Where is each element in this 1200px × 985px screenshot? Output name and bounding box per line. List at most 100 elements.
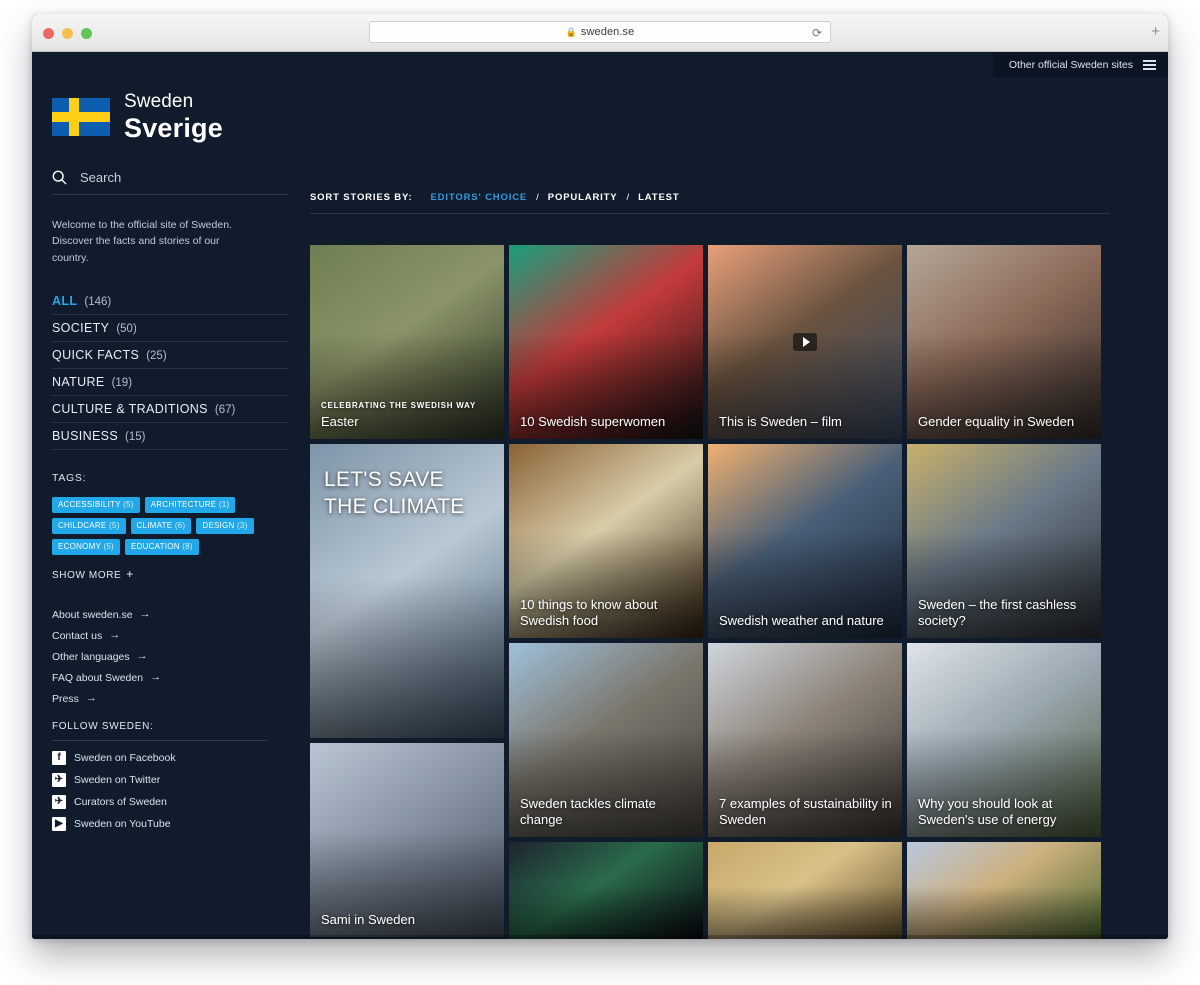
- tag-chip-architecture[interactable]: ARCHITECTURE (1): [144, 496, 236, 513]
- category-count: (15): [125, 430, 146, 443]
- tag-chip-climate[interactable]: CLIMATE (6): [130, 517, 192, 534]
- card-title: Sweden tackles climate change: [520, 795, 656, 827]
- sort-option-latest[interactable]: LATEST: [638, 192, 679, 203]
- arrow-right-icon: →: [109, 629, 121, 642]
- intro-text: Welcome to the official site of Sweden. …: [52, 219, 232, 264]
- maximize-window-button[interactable]: [81, 28, 92, 39]
- arrow-right-icon: →: [136, 650, 148, 663]
- official-sites-bar[interactable]: Other official Sweden sites: [992, 52, 1168, 77]
- plus-icon: +: [126, 566, 134, 581]
- card-weather-nature[interactable]: Swedish weather and nature: [708, 444, 902, 638]
- tags-label: TAGS:: [52, 471, 87, 484]
- twitter-icon: ✈: [52, 794, 66, 809]
- category-item-culture-traditions[interactable]: CULTURE & TRADITIONS (67): [52, 396, 288, 423]
- facebook-icon: f: [52, 750, 66, 765]
- card-nobel-ceremony[interactable]: [509, 842, 703, 939]
- social-link-youtube[interactable]: ▶ Sweden on YouTube: [52, 816, 288, 831]
- card-easter[interactable]: CELEBRATING THE SWEDISH WAY Easter: [310, 245, 504, 439]
- sort-option-editors-choice[interactable]: EDITORS' CHOICE: [430, 192, 527, 203]
- footer-link-other-languages[interactable]: Other languages →: [52, 651, 288, 663]
- brand-text: Sweden Sverige: [124, 92, 223, 142]
- card-caption: Sweden – the first cashless society?: [918, 597, 1091, 630]
- new-tab-button[interactable]: +: [1151, 24, 1160, 39]
- tag-chip-economy[interactable]: ECONOMY (5): [52, 538, 120, 555]
- card-title: Sweden – the first cashless society?: [918, 596, 1077, 628]
- tag-chip-accessibility[interactable]: ACCESSIBILITY (5): [52, 496, 140, 513]
- social-link-curators[interactable]: ✈ Curators of Sweden: [52, 794, 288, 809]
- social-link-label: Sweden on Facebook: [74, 751, 176, 764]
- brand-sverige-label: Sverige: [124, 113, 223, 143]
- card-title: This is Sweden – film: [719, 413, 842, 429]
- category-item-quick-facts[interactable]: QUICK FACTS (25): [52, 342, 288, 369]
- card-gradient-overlay: [509, 885, 703, 939]
- footer-link-press[interactable]: Press →: [52, 693, 288, 705]
- official-sites-label: Other official Sweden sites: [1008, 58, 1133, 71]
- card-this-is-sweden-film[interactable]: This is Sweden – film: [708, 245, 902, 439]
- category-item-business[interactable]: BUSINESS (15): [52, 423, 288, 450]
- address-bar[interactable]: 🔒 sweden.se ⟳: [369, 21, 831, 43]
- story-card-grid: CELEBRATING THE SWEDISH WAY Easter 10 Swed…: [310, 245, 1110, 939]
- footer-links: About sweden.se → Contact us → Other lan…: [52, 609, 288, 705]
- card-caption: 10 Swedish superwomen: [520, 414, 693, 430]
- category-name: SOCIETY: [52, 320, 110, 335]
- social-link-label: Sweden on YouTube: [74, 817, 171, 830]
- card-caption: 10 things to know about Swedish food: [520, 597, 693, 630]
- tag-chip-childcare[interactable]: CHILDCARE (5): [52, 517, 126, 534]
- lock-icon: 🔒: [565, 26, 577, 37]
- browser-chrome: 🔒 sweden.se ⟳ +: [32, 14, 1168, 52]
- window-traffic-lights[interactable]: [43, 28, 92, 39]
- close-window-button[interactable]: [43, 28, 54, 39]
- tag-chip-design[interactable]: DESIGN (3): [196, 517, 254, 534]
- card-title: Gender equality in Sweden: [918, 413, 1075, 429]
- card-use-of-energy[interactable]: Why you should look at Sweden's use of e…: [907, 643, 1101, 837]
- site-brand[interactable]: Sweden Sverige: [52, 92, 288, 142]
- webpage: Other official Sweden sites Sweden Sveri…: [32, 52, 1168, 939]
- footer-link-label: Contact us: [52, 629, 103, 642]
- tag-name: EDUCATION: [130, 541, 180, 551]
- page-bottom-edge: [32, 935, 1168, 939]
- footer-link-label: Press: [52, 692, 79, 705]
- search-input[interactable]: [80, 170, 250, 185]
- card-church-mural[interactable]: [708, 842, 902, 939]
- card-lets-save-the-climate[interactable]: LET'S SAVE THE CLIMATE: [310, 444, 504, 738]
- category-item-nature[interactable]: NATURE (19): [52, 369, 288, 396]
- card-cashless-society[interactable]: Sweden – the first cashless society?: [907, 444, 1101, 638]
- tag-name: CHILDCARE: [58, 520, 107, 530]
- social-links: f Sweden on Facebook ✈ Sweden on Twitter…: [52, 750, 288, 831]
- card-caption: Swedish weather and nature: [719, 613, 892, 629]
- tag-chip-education[interactable]: EDUCATION (8): [124, 538, 199, 555]
- footer-link-faq[interactable]: FAQ about Sweden →: [52, 672, 288, 684]
- card-caption: Sweden tackles climate change: [520, 796, 693, 829]
- card-caption: Why you should look at Sweden's use of e…: [918, 796, 1091, 829]
- sort-option-popularity[interactable]: POPULARITY: [548, 192, 618, 203]
- arrow-right-icon: →: [150, 671, 162, 684]
- card-superwomen[interactable]: 10 Swedish superwomen: [509, 245, 703, 439]
- tag-name: CLIMATE: [136, 520, 173, 530]
- follow-sweden-label: FOLLOW SWEDEN:: [52, 721, 267, 741]
- card-gender-equality[interactable]: Gender equality in Sweden: [907, 245, 1101, 439]
- card-standing-stones[interactable]: [907, 842, 1101, 939]
- social-link-facebook[interactable]: f Sweden on Facebook: [52, 750, 288, 765]
- card-sustainability-examples[interactable]: 7 examples of sustainability in Sweden: [708, 643, 902, 837]
- hamburger-icon[interactable]: [1143, 59, 1156, 70]
- footer-link-label: Other languages: [52, 650, 130, 663]
- card-swedish-food[interactable]: 10 things to know about Swedish food: [509, 444, 703, 638]
- reload-icon[interactable]: ⟳: [812, 26, 822, 40]
- card-caption: Gender equality in Sweden: [918, 414, 1091, 430]
- category-item-all[interactable]: ALL (146): [52, 288, 288, 315]
- social-link-twitter[interactable]: ✈ Sweden on Twitter: [52, 772, 288, 787]
- play-icon[interactable]: [793, 333, 817, 351]
- category-item-society[interactable]: SOCIETY (50): [52, 315, 288, 342]
- footer-link-about[interactable]: About sweden.se →: [52, 609, 288, 621]
- card-title: Sami in Sweden: [321, 911, 415, 927]
- social-link-label: Curators of Sweden: [74, 795, 167, 808]
- card-sami-in-sweden[interactable]: Sami in Sweden: [310, 743, 504, 937]
- show-more-tags-button[interactable]: SHOW MORE +: [52, 567, 288, 581]
- card-gradient-overlay: [310, 576, 504, 738]
- show-more-label: SHOW MORE: [52, 569, 122, 581]
- search-row[interactable]: [52, 170, 288, 195]
- card-tackles-climate-change[interactable]: Sweden tackles climate change: [509, 643, 703, 837]
- minimize-window-button[interactable]: [62, 28, 73, 39]
- footer-link-contact[interactable]: Contact us →: [52, 630, 288, 642]
- category-count: (50): [116, 322, 137, 335]
